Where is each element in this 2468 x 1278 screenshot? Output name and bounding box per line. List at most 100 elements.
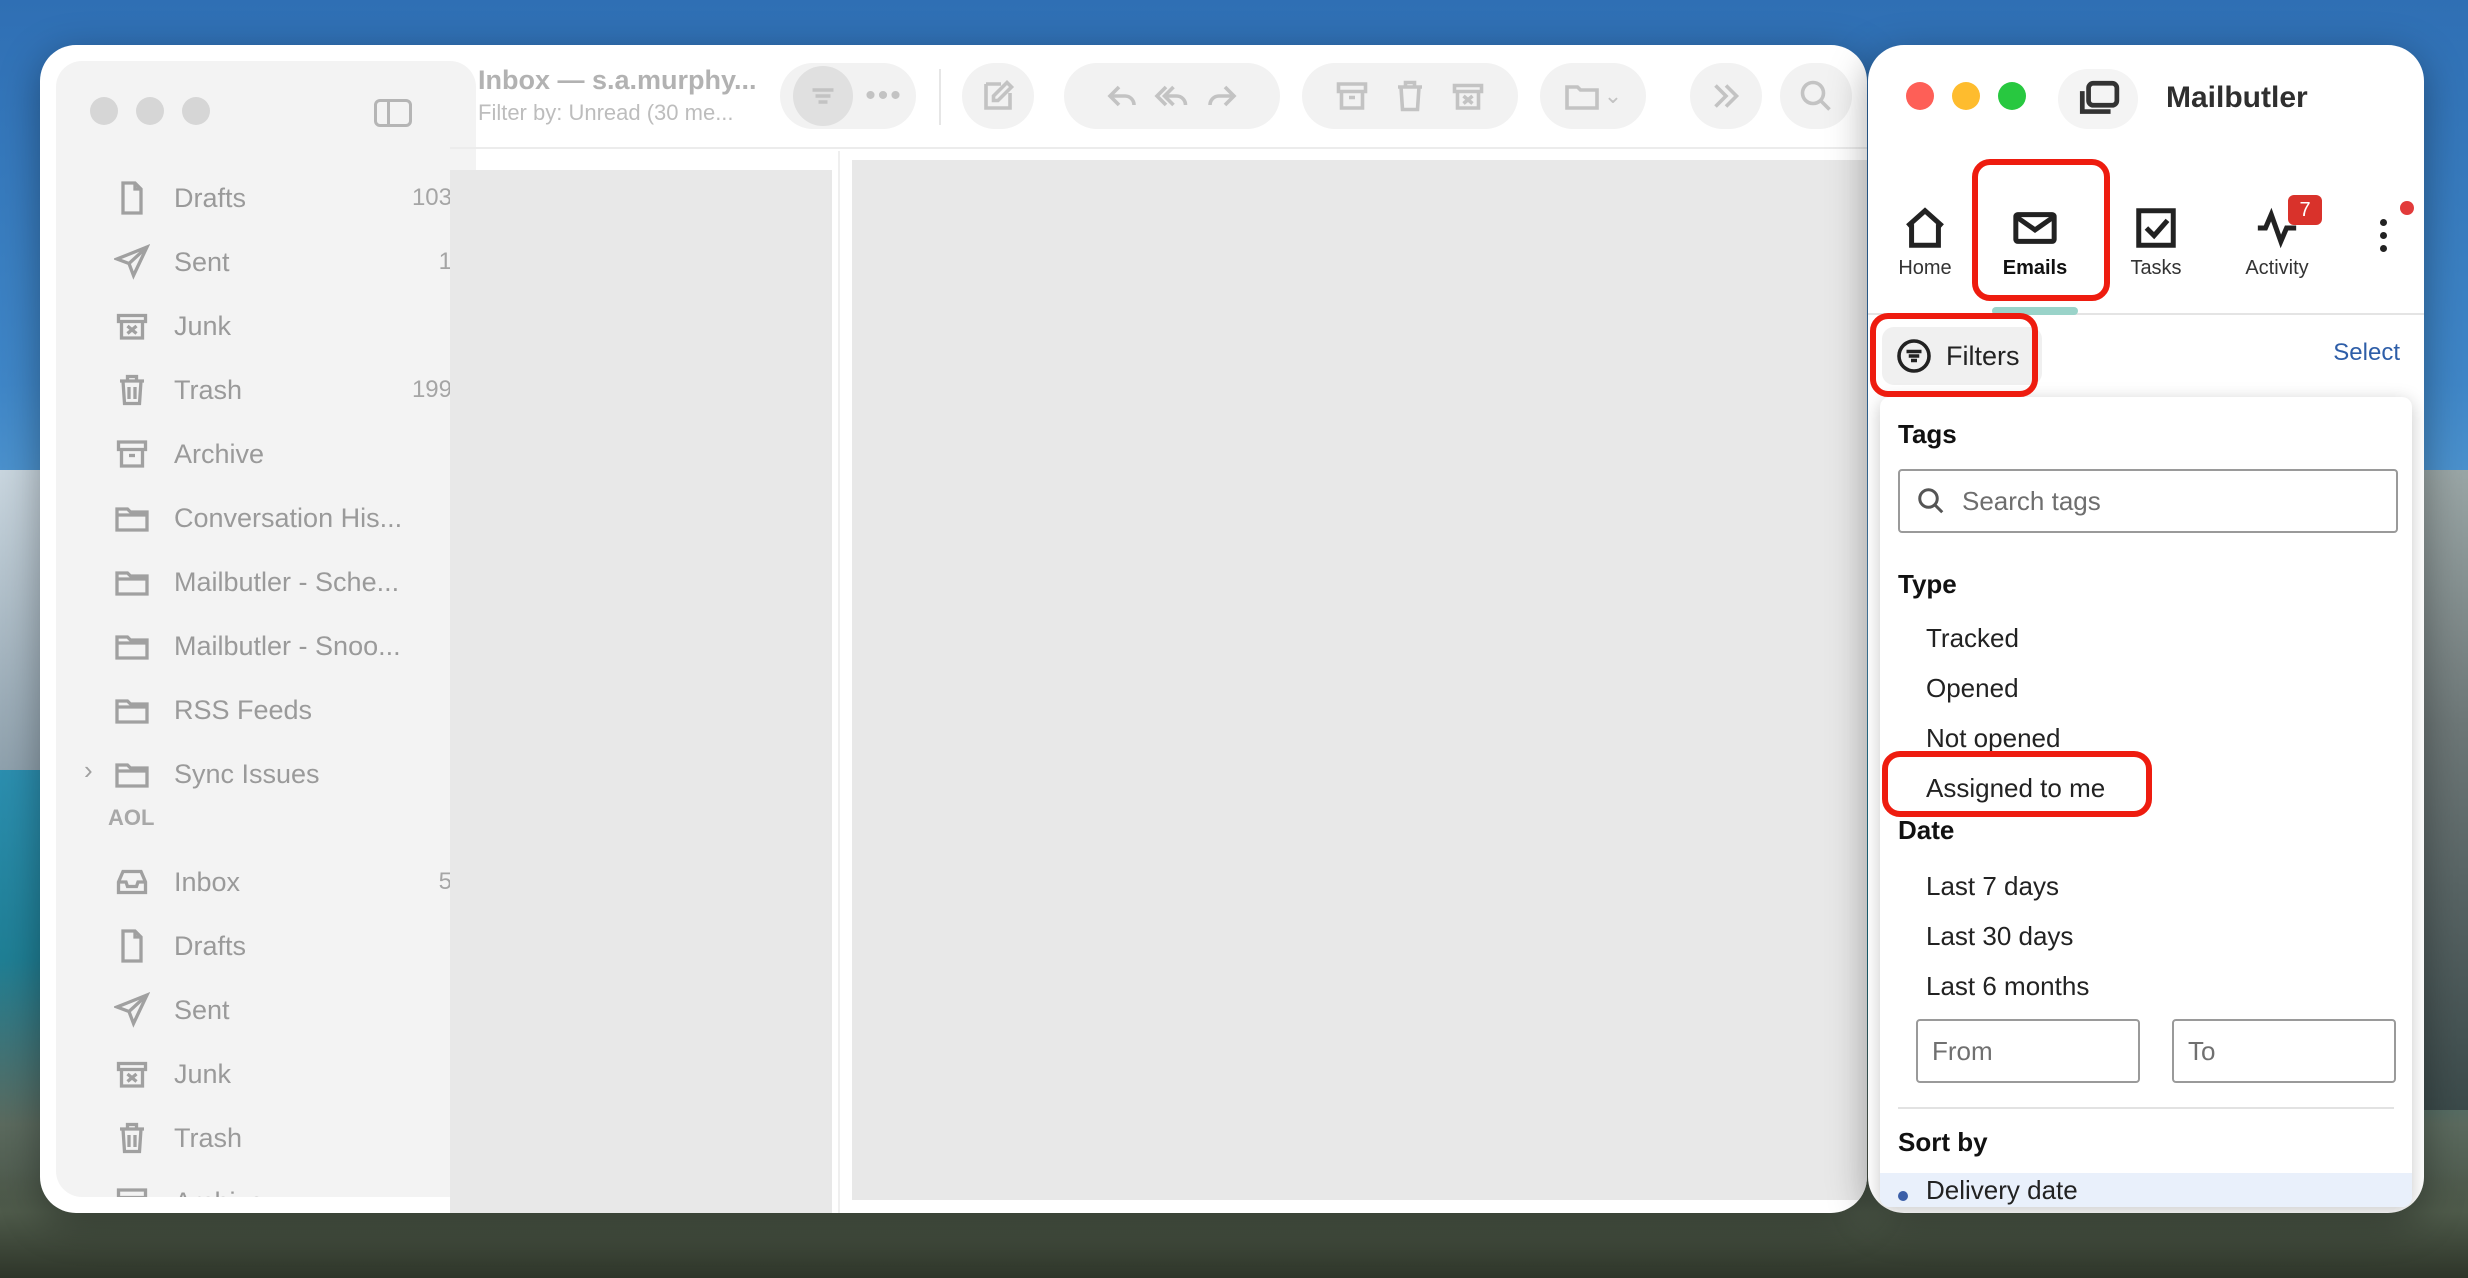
folder-icon — [112, 562, 152, 602]
type-option-opened[interactable]: Opened — [1926, 673, 2019, 704]
forward-icon[interactable] — [1204, 78, 1240, 114]
archive-icon[interactable] — [1334, 78, 1370, 114]
type-option-not-opened[interactable]: Not opened — [1926, 723, 2060, 754]
header-divider — [450, 147, 1867, 149]
sidebar-item-mailbutler-snoozed[interactable]: Mailbutler - Snoo... — [112, 621, 452, 671]
reply-all-icon[interactable] — [1154, 78, 1190, 114]
sidebar-item-aol-inbox[interactable]: Inbox 5 — [112, 857, 452, 907]
junk-icon — [112, 1054, 152, 1094]
tab-emails-label: Emails — [2002, 257, 2068, 279]
folder-icon — [1564, 85, 1599, 110]
junk-icon[interactable] — [1450, 78, 1486, 114]
folder-label: Sync Issues — [174, 758, 320, 789]
message-list-pane[interactable] — [450, 170, 832, 1213]
sidebar-item-aol-junk[interactable]: Junk — [112, 1049, 452, 1099]
search-button[interactable] — [1780, 63, 1852, 129]
tab-home[interactable]: Home — [1870, 205, 1980, 280]
sidebar-item-archive[interactable]: Archive — [112, 429, 452, 479]
sidebar-item-sync-issues[interactable]: Sync Issues — [112, 749, 452, 799]
search-tags-field[interactable] — [1898, 469, 2398, 533]
document-icon — [112, 926, 152, 966]
date-option-last-7-days[interactable]: Last 7 days — [1926, 871, 2059, 902]
window-switch-button[interactable] — [2058, 69, 2138, 129]
checkbox-icon — [2136, 208, 2176, 248]
sidebar-item-aol-drafts[interactable]: Drafts — [112, 921, 452, 971]
filter-lines-icon[interactable] — [793, 66, 854, 126]
folder-label: Mailbutler - Snoo... — [174, 630, 401, 661]
filters-button[interactable]: Filters — [1882, 327, 2042, 385]
more-ellipsis-icon[interactable]: ••• — [865, 79, 903, 113]
move-folder-button[interactable]: ⌄ — [1540, 63, 1646, 129]
date-from-input[interactable] — [1916, 1019, 2140, 1083]
more-toolbar-button[interactable] — [1690, 63, 1762, 129]
sidebar-item-junk[interactable]: Junk — [112, 301, 452, 351]
pane-divider[interactable] — [838, 151, 840, 1213]
mailbox-title: Inbox — s.a.murphy... — [478, 65, 757, 95]
tab-tasks-label: Tasks — [2130, 257, 2182, 279]
zoom-window-button[interactable] — [1998, 82, 2026, 110]
document-icon — [112, 178, 152, 218]
sidebar-toggle-icon[interactable] — [374, 99, 412, 127]
mailbutler-title: Mailbutler — [2166, 81, 2308, 114]
paper-plane-icon — [112, 242, 152, 282]
type-option-assigned-to-me[interactable]: Assigned to me — [1926, 773, 2105, 804]
trash-icon — [112, 1118, 152, 1158]
window-controls — [90, 97, 210, 125]
folder-count: 199 — [411, 376, 452, 403]
compose-button[interactable] — [962, 63, 1034, 129]
close-window-button[interactable] — [1906, 82, 1934, 110]
chevron-right-icon[interactable]: › — [84, 755, 93, 786]
folder-label: Archive — [174, 438, 265, 469]
sidebar-item-sent[interactable]: Sent 1 — [112, 237, 452, 287]
compose-icon — [984, 79, 1015, 110]
double-chevron-right-icon — [1714, 84, 1740, 108]
dropdown-divider — [1898, 1107, 2394, 1109]
sort-option-label: Delivery date — [1926, 1175, 2078, 1205]
folder-label: Sent — [174, 994, 230, 1025]
wallpaper-rocks-left — [0, 470, 40, 770]
tab-emails[interactable]: Emails — [1980, 205, 2090, 280]
date-option-last-6-months[interactable]: Last 6 months — [1926, 971, 2089, 1002]
filter-status: Filter by: Unread (30 me... — [478, 100, 734, 125]
folder-label: Mailbutler - Sche... — [174, 566, 400, 597]
sidebar-item-trash[interactable]: Trash 199 — [112, 365, 452, 415]
zoom-window-button[interactable] — [182, 97, 210, 125]
sidebar-item-rss-feeds[interactable]: RSS Feeds — [112, 685, 452, 735]
search-icon — [1918, 488, 1944, 514]
folder-icon — [112, 498, 152, 538]
sidebar-item-mailbutler-scheduled[interactable]: Mailbutler - Sche... — [112, 557, 452, 607]
select-link[interactable]: Select — [2333, 339, 2400, 367]
search-tags-input[interactable] — [1962, 485, 2382, 517]
inbox-icon — [112, 862, 152, 902]
folder-label: Trash — [174, 374, 243, 405]
folder-label: Sent — [174, 246, 230, 277]
sidebar-item-aol-trash[interactable]: Trash — [112, 1113, 452, 1163]
reply-icon[interactable] — [1104, 78, 1140, 114]
sidebar-item-conversation-history[interactable]: Conversation His... — [112, 493, 452, 543]
type-option-tracked[interactable]: Tracked — [1926, 623, 2019, 654]
folder-count: 103 — [411, 184, 452, 211]
sidebar-item-aol-sent[interactable]: Sent — [112, 985, 452, 1035]
folder-label: RSS Feeds — [174, 694, 313, 725]
date-option-last-30-days[interactable]: Last 30 days — [1926, 921, 2073, 952]
sidebar-item-drafts[interactable]: Drafts 103 — [112, 173, 452, 223]
tags-heading: Tags — [1898, 419, 1957, 449]
minimize-window-button[interactable] — [1952, 82, 1980, 110]
mailbutler-nav: Home Emails Tasks Activity 7 — [1868, 165, 2424, 315]
tab-tasks[interactable]: Tasks — [2101, 205, 2211, 280]
sidebar-item-aol-archive[interactable]: Archive — [112, 1177, 452, 1197]
trash-icon[interactable] — [1392, 78, 1428, 114]
filters-row: Filters Select — [1868, 315, 2424, 395]
folder-label: Drafts — [174, 182, 247, 213]
archive-icon — [112, 434, 152, 474]
message-reading-pane — [852, 160, 1867, 1200]
folder-label: Drafts — [174, 930, 247, 961]
folder-label: Archive — [174, 1187, 442, 1198]
selected-dot-icon — [1898, 1191, 1908, 1201]
close-window-button[interactable] — [90, 97, 118, 125]
date-to-input[interactable] — [2172, 1019, 2396, 1083]
more-vertical-icon[interactable] — [2380, 219, 2387, 252]
minimize-window-button[interactable] — [136, 97, 164, 125]
sort-option-delivery-date[interactable]: Delivery date — [1880, 1173, 2412, 1207]
folder-icon — [112, 690, 152, 730]
